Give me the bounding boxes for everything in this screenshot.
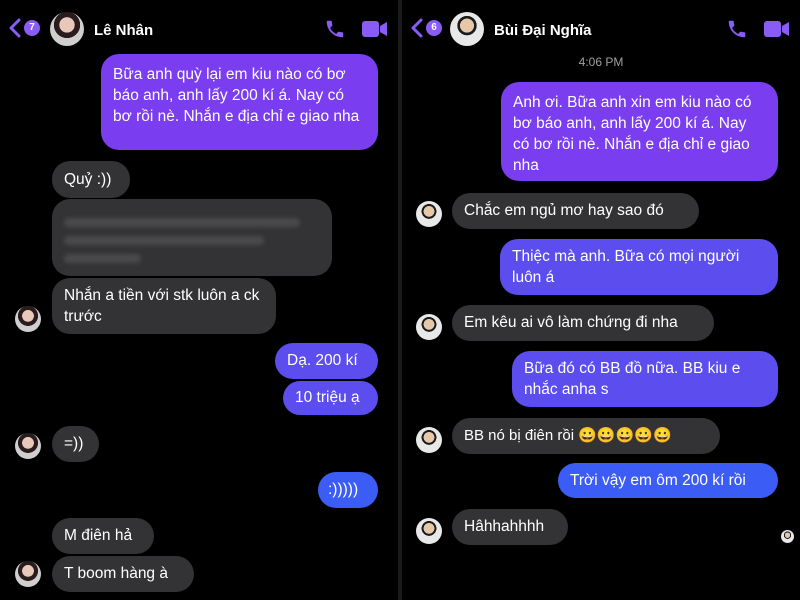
message-received[interactable]: M điên hả bbox=[52, 518, 154, 554]
contact-avatar-small[interactable] bbox=[416, 427, 442, 453]
message-sent[interactable]: :))))) bbox=[318, 472, 378, 508]
back-button[interactable]: 6 bbox=[410, 18, 442, 38]
video-camera-icon[interactable] bbox=[362, 20, 388, 38]
contact-name[interactable]: Lê Nhân bbox=[94, 22, 153, 39]
chat-header: 6 Bùi Đại Nghĩa bbox=[402, 0, 800, 60]
contact-avatar-small[interactable] bbox=[15, 306, 41, 332]
contact-avatar-small[interactable] bbox=[416, 201, 442, 227]
read-receipt-avatar bbox=[781, 530, 794, 543]
message-received[interactable]: Chắc em ngủ mơ hay sao đó bbox=[452, 193, 699, 229]
chat-header: 7 Lê Nhân bbox=[0, 0, 398, 60]
message-sent[interactable]: Dạ. 200 kí bbox=[275, 343, 378, 379]
phone-icon[interactable] bbox=[726, 18, 748, 40]
contact-avatar-small[interactable] bbox=[15, 561, 41, 587]
message-received[interactable]: Quỷ :)) bbox=[52, 161, 130, 198]
chevron-left-icon bbox=[9, 18, 21, 38]
unread-count-badge: 7 bbox=[24, 20, 40, 36]
right-conversation: 6 Bùi Đại Nghĩa 4:06 PM Anh ơi. Bữa anh … bbox=[402, 0, 800, 600]
video-camera-icon[interactable] bbox=[764, 20, 790, 38]
phone-icon[interactable] bbox=[324, 18, 346, 40]
message-received[interactable]: BB nó bị điên rồi 😀😀😀😀😀 bbox=[452, 418, 720, 454]
message-received[interactable]: Em kêu ai vô làm chứng đi nha bbox=[452, 305, 714, 341]
contact-avatar-small[interactable] bbox=[416, 314, 442, 340]
contact-name[interactable]: Bùi Đại Nghĩa bbox=[494, 22, 592, 39]
redacted-text bbox=[64, 218, 320, 263]
unread-count-badge: 6 bbox=[426, 20, 442, 36]
message-received[interactable]: =)) bbox=[52, 426, 99, 462]
message-sent[interactable]: Bữa đó có BB đồ nữa. BB kiu e nhắc anha … bbox=[512, 351, 778, 407]
message-received[interactable]: Hâhhahhhh bbox=[452, 509, 568, 545]
message-received[interactable]: Nhắn a tiền với stk luôn a ck trước bbox=[52, 278, 276, 334]
message-received-redacted[interactable] bbox=[52, 199, 332, 276]
message-sent[interactable]: Anh ơi. Bữa anh xin em kiu nào có bơ báo… bbox=[501, 82, 778, 181]
message-sent[interactable]: 10 triệu ạ bbox=[283, 381, 378, 415]
message-received[interactable]: T boom hàng à bbox=[52, 556, 194, 592]
message-sent[interactable]: Thiệc mà anh. Bữa có mọi người luôn á bbox=[500, 239, 778, 295]
message-timestamp: 4:06 PM bbox=[578, 55, 624, 69]
contact-avatar[interactable] bbox=[450, 12, 484, 46]
contact-avatar[interactable] bbox=[50, 12, 84, 46]
left-conversation: 7 Lê Nhân Bữa anh quỳ lại em kiu nào có … bbox=[0, 0, 398, 600]
back-button[interactable]: 7 bbox=[8, 18, 40, 38]
contact-avatar-small[interactable] bbox=[416, 518, 442, 544]
message-sent[interactable]: Bữa anh quỳ lại em kiu nào có bơ báo anh… bbox=[101, 54, 378, 150]
message-sent[interactable]: Trời vậy em ôm 200 kí rồi bbox=[558, 463, 778, 498]
contact-avatar-small[interactable] bbox=[15, 433, 41, 459]
chevron-left-icon bbox=[411, 18, 423, 38]
